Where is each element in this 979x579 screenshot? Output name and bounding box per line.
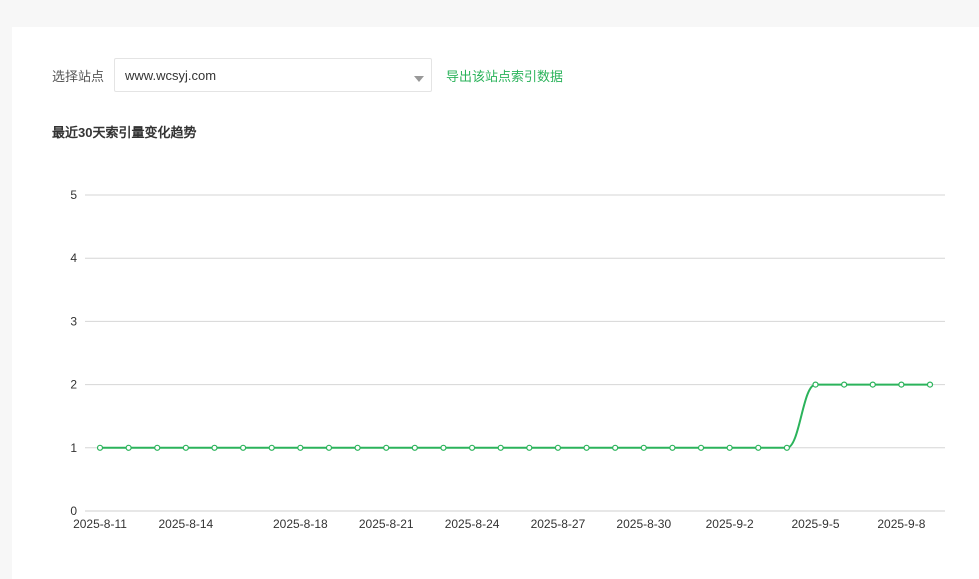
data-point [354, 444, 361, 451]
data-point [468, 444, 476, 451]
data-point [96, 444, 104, 451]
y-tick-label: 4 [70, 251, 77, 265]
x-tick-label: 2025-9-8 [877, 517, 925, 531]
y-tick-label: 5 [70, 188, 77, 202]
data-point [812, 381, 819, 388]
x-tick-label: 2025-8-18 [273, 517, 328, 531]
data-point [841, 381, 848, 388]
data-point [240, 444, 247, 451]
x-tick-label: 2025-8-30 [616, 517, 671, 531]
index-panel: 选择站点 www.wcsyj.com 导出该站点索引数据 最近30天索引量变化趋… [12, 27, 979, 579]
x-tick-label: 2025-8-14 [159, 517, 214, 531]
data-point [612, 444, 619, 451]
index-trend-chart: 0 1 2 3 4 5 2025-8-11 2025-8-14 2025-8-18 2025-8-… [70, 188, 945, 531]
x-tick-label: 2025-8-27 [531, 517, 586, 531]
data-point [726, 444, 733, 451]
y-tick-label: 1 [70, 441, 77, 455]
data-point [297, 444, 304, 451]
data-point [268, 444, 275, 451]
data-point [583, 444, 590, 451]
data-point [383, 444, 390, 451]
data-point [898, 381, 905, 388]
series-line [100, 383, 930, 449]
data-point [411, 444, 418, 451]
data-point [669, 444, 676, 451]
x-tick-label: 2025-9-5 [791, 517, 839, 531]
x-tick-label: 2025-8-21 [359, 517, 414, 531]
x-tick-label: 2025-9-2 [706, 517, 754, 531]
data-point [640, 444, 647, 451]
data-point [554, 444, 562, 451]
y-tick-label: 2 [70, 378, 77, 392]
data-point [926, 381, 934, 388]
data-point [783, 444, 790, 451]
y-tick-label: 3 [70, 314, 77, 328]
data-point [869, 381, 876, 388]
data-point [325, 444, 333, 451]
data-point [755, 444, 762, 451]
data-point [440, 444, 447, 451]
x-tick-label: 2025-8-11 [73, 517, 127, 531]
y-tick-label: 0 [70, 504, 77, 518]
data-point [182, 444, 189, 451]
data-point [497, 444, 504, 451]
data-point [125, 444, 132, 451]
data-point [526, 444, 533, 451]
data-point [211, 444, 218, 451]
data-point [697, 444, 705, 451]
x-tick-label: 2025-8-24 [445, 517, 500, 531]
data-point [154, 444, 161, 451]
